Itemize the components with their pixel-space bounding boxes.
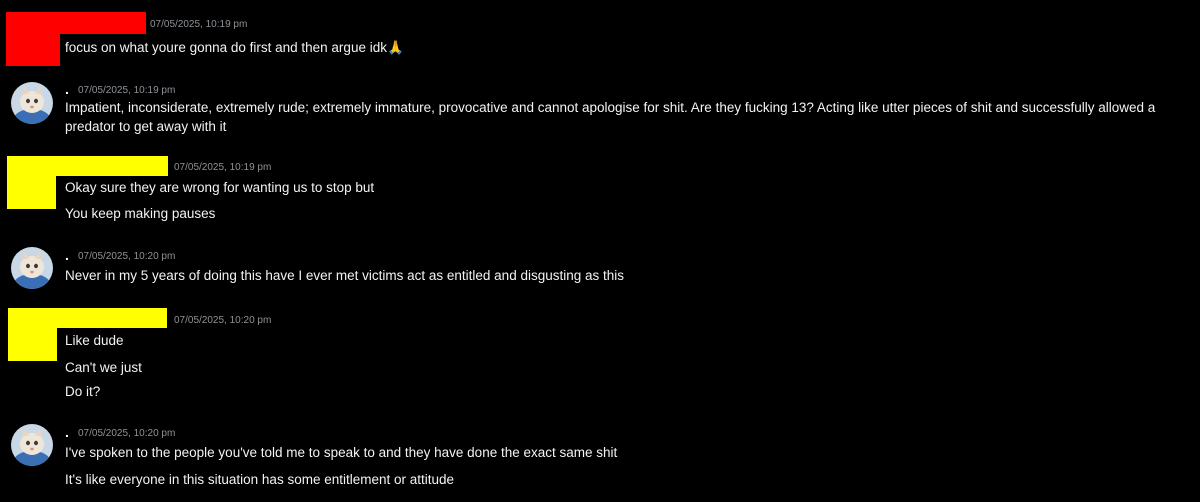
message-timestamp: 07/05/2025, 10:19 pm [150,19,248,30]
message-text: You keep making pauses [65,206,216,221]
cat-avatar-icon[interactable] [11,424,53,466]
message-text: Do it? [65,384,101,399]
message-timestamp: 07/05/2025, 10:20 pm [174,315,272,326]
username[interactable]: . [65,82,69,96]
message-timestamp: 07/05/2025, 10:20 pm [78,251,176,262]
message-text: Like dude [65,333,124,348]
message-text: I've spoken to the people you've told me… [65,445,618,460]
cat-avatar-icon[interactable] [11,82,53,124]
redacted-avatar [8,308,57,361]
redacted-username [57,308,167,328]
message-text: Can't we just [65,360,142,375]
message-text: Okay sure they are wrong for wanting us … [65,180,375,195]
message-text: focus on what youre gonna do first and t… [65,40,404,55]
message-timestamp: 07/05/2025, 10:19 pm [174,162,272,173]
message-text: Never in my 5 years of doing this have I… [65,268,625,283]
cat-avatar-icon[interactable] [11,247,53,289]
message-text: Impatient, inconsiderate, extremely rude… [65,100,1156,134]
redacted-avatar [7,156,56,209]
redacted-avatar [6,12,60,66]
message-text: It's like everyone in this situation has… [65,472,455,487]
username[interactable]: . [65,425,69,439]
redacted-username [56,156,168,176]
message-timestamp: 07/05/2025, 10:19 pm [78,85,176,96]
message-timestamp: 07/05/2025, 10:20 pm [78,428,176,439]
username[interactable]: . [65,248,69,262]
redacted-username [60,12,146,34]
